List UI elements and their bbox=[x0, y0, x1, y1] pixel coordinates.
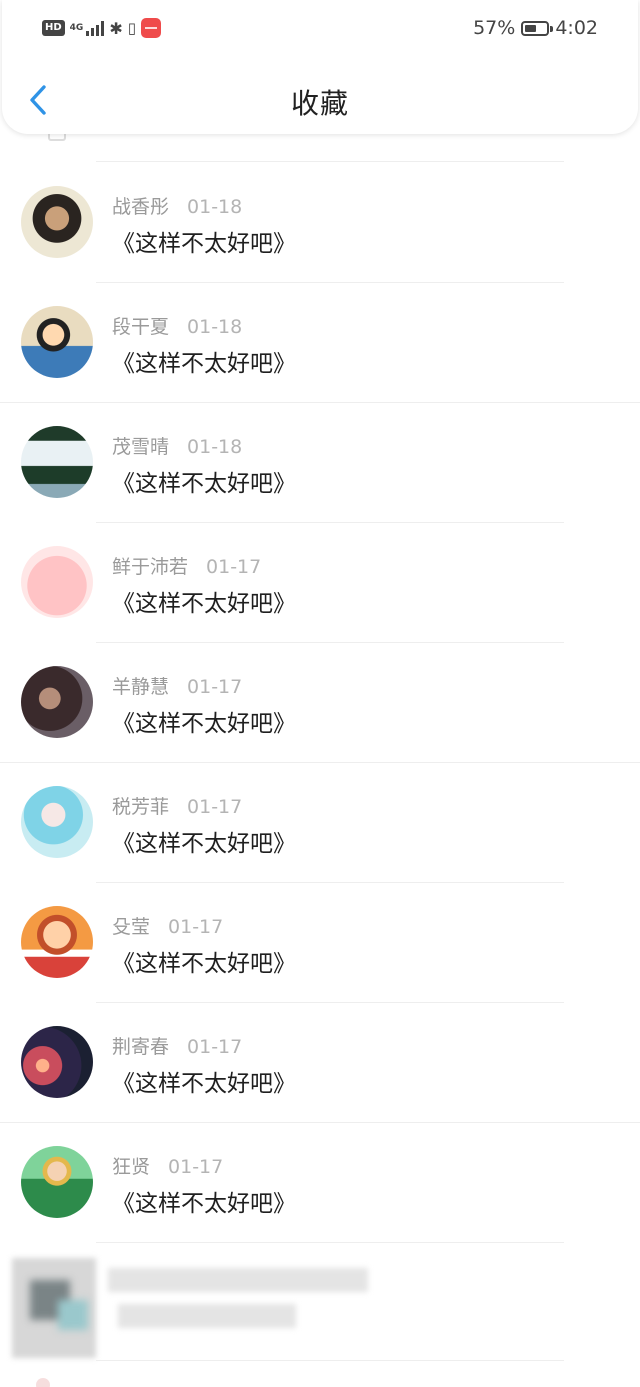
status-bar: HD 4G ✱ ▯ 57% 4:02 bbox=[2, 0, 638, 56]
item-date: 01-17 bbox=[168, 1156, 224, 1178]
user-name[interactable]: 段干夏 bbox=[112, 316, 169, 338]
clock: 4:02 bbox=[555, 17, 598, 39]
item-content[interactable]: 《这样不太好吧》 bbox=[112, 224, 296, 258]
favorite-item[interactable]: 荆寄春 01-17 《这样不太好吧》 bbox=[0, 1002, 640, 1122]
user-name[interactable]: 鲜于沛若 bbox=[112, 556, 188, 578]
hd-badge: HD bbox=[42, 20, 65, 36]
favorite-item[interactable]: 羊静慧 01-17 《这样不太好吧》 bbox=[0, 642, 640, 762]
item-meta: 战香彤 01-18 bbox=[112, 192, 242, 219]
item-meta: 荆寄春 01-17 bbox=[112, 1032, 242, 1059]
battery-percent: 57% bbox=[473, 17, 516, 39]
user-name[interactable]: 狂贤 bbox=[112, 1156, 150, 1178]
item-content[interactable]: 《这样不太好吧》 bbox=[112, 824, 296, 858]
item-meta: 羊静慧 01-17 bbox=[112, 672, 242, 699]
avatar[interactable] bbox=[21, 546, 93, 618]
item-content[interactable]: 《这样不太好吧》 bbox=[112, 464, 296, 498]
item-content[interactable]: 《这样不太好吧》 bbox=[112, 944, 296, 978]
avatar[interactable] bbox=[21, 786, 93, 858]
item-content[interactable]: 《这样不太好吧》 bbox=[112, 344, 296, 378]
favorite-item[interactable]: 茂雪晴 01-18 《这样不太好吧》 bbox=[0, 402, 640, 522]
item-date: 01-18 bbox=[187, 316, 243, 338]
favorite-item[interactable]: 战香彤 01-18 《这样不太好吧》 bbox=[0, 162, 640, 282]
bluetooth-icon: ✱ bbox=[109, 18, 123, 38]
blurred-list-item bbox=[0, 1240, 640, 1360]
partial-list-item bbox=[0, 130, 640, 162]
network-type: 4G bbox=[69, 22, 84, 33]
avatar[interactable] bbox=[21, 306, 93, 378]
item-date: 01-17 bbox=[187, 676, 243, 698]
item-content[interactable]: 《这样不太好吧》 bbox=[112, 704, 296, 738]
user-name[interactable]: 税芳菲 bbox=[112, 796, 169, 818]
status-right: 57% 4:02 bbox=[473, 14, 598, 42]
item-date: 01-17 bbox=[187, 796, 243, 818]
favorite-item[interactable]: 狂贤 01-17 《这样不太好吧》 bbox=[0, 1122, 640, 1242]
vibrate-icon: ▯ bbox=[127, 19, 136, 37]
app-notification-icon bbox=[141, 18, 161, 38]
avatar[interactable] bbox=[21, 1026, 93, 1098]
divider bbox=[96, 1360, 564, 1361]
avatar[interactable] bbox=[21, 666, 93, 738]
user-name[interactable]: 羊静慧 bbox=[112, 676, 169, 698]
item-content[interactable]: 《这样不太好吧》 bbox=[112, 1184, 296, 1218]
favorite-item[interactable]: 段干夏 01-18 《这样不太好吧》 bbox=[0, 282, 640, 402]
user-name[interactable]: 荆寄春 bbox=[112, 1036, 169, 1058]
app-header: HD 4G ✱ ▯ 57% 4:02 收藏 bbox=[2, 0, 638, 134]
item-date: 01-17 bbox=[187, 1036, 243, 1058]
favorite-item[interactable]: 殳莹 01-17 《这样不太好吧》 bbox=[0, 882, 640, 1002]
item-content[interactable]: 《这样不太好吧》 bbox=[112, 1064, 296, 1098]
item-date: 01-17 bbox=[168, 916, 224, 938]
item-meta: 茂雪晴 01-18 bbox=[112, 432, 242, 459]
item-content[interactable]: 《这样不太好吧》 bbox=[112, 584, 296, 618]
item-date: 01-18 bbox=[187, 196, 243, 218]
avatar[interactable] bbox=[21, 426, 93, 498]
favorite-item[interactable]: 税芳菲 01-17 《这样不太好吧》 bbox=[0, 762, 640, 882]
item-date: 01-18 bbox=[187, 436, 243, 458]
favorites-page: HD 4G ✱ ▯ 57% 4:02 收藏 战香彤 01-18 《这样不太好吧》… bbox=[0, 0, 640, 1387]
item-date: 01-17 bbox=[206, 556, 262, 578]
user-name[interactable]: 战香彤 bbox=[112, 196, 169, 218]
avatar[interactable] bbox=[21, 186, 93, 258]
item-meta: 税芳菲 01-17 bbox=[112, 792, 242, 819]
user-name[interactable]: 殳莹 bbox=[112, 916, 150, 938]
favorite-item[interactable]: 鲜于沛若 01-17 《这样不太好吧》 bbox=[0, 522, 640, 642]
signal-icon bbox=[86, 20, 105, 36]
partial-avatar bbox=[36, 1378, 50, 1387]
user-name[interactable]: 茂雪晴 bbox=[112, 436, 169, 458]
item-meta: 段干夏 01-18 bbox=[112, 312, 242, 339]
avatar[interactable] bbox=[21, 1146, 93, 1218]
item-meta: 鲜于沛若 01-17 bbox=[112, 552, 261, 579]
battery-icon bbox=[521, 20, 554, 36]
status-left: HD 4G ✱ ▯ bbox=[42, 14, 161, 42]
item-meta: 殳莹 01-17 bbox=[112, 912, 223, 939]
item-meta: 狂贤 01-17 bbox=[112, 1152, 223, 1179]
page-title: 收藏 bbox=[290, 87, 349, 120]
blurred-text bbox=[108, 1268, 368, 1292]
avatar[interactable] bbox=[21, 906, 93, 978]
